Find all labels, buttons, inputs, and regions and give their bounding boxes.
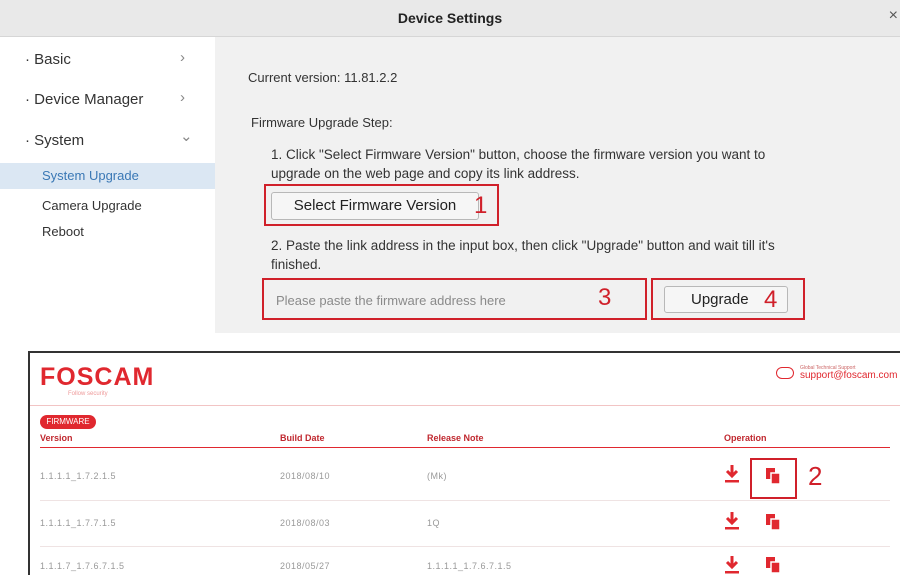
copy-link-icon[interactable] xyxy=(765,513,781,531)
cell-release-note: 1.1.1.1_1.7.6.7.1.5 xyxy=(427,561,512,571)
current-version-text: Current version: 11.81.2.2 xyxy=(248,70,398,85)
step2-text-line2: finished. xyxy=(271,257,322,272)
cell-build-date: 2018/05/27 xyxy=(280,561,331,571)
cell-release-note: 1Q xyxy=(427,518,441,528)
cell-version: 1.1.1.1_1.7.7.1.5 xyxy=(40,518,117,528)
chevron-right-icon: › xyxy=(180,49,185,66)
mail-icon xyxy=(776,367,794,379)
sidebar-subitem-label: Reboot xyxy=(42,224,84,239)
download-icon[interactable] xyxy=(724,464,740,484)
sidebar-item-label: · Device Manager xyxy=(25,91,144,108)
sidebar-subitem-label: System Upgrade xyxy=(42,168,139,183)
sidebar-subitem-label: Camera Upgrade xyxy=(42,198,142,213)
row-divider xyxy=(40,546,890,547)
column-header-operation: Operation xyxy=(724,433,767,443)
support-contact[interactable]: Global Technical Support support@foscam.… xyxy=(776,365,897,383)
column-header-version: Version xyxy=(40,433,73,443)
callout-number-1: 1 xyxy=(474,192,488,219)
row-divider xyxy=(40,500,890,501)
foscam-firmware-page: FOSCAM Follow security Global Technical … xyxy=(28,351,900,575)
firmware-badge: FIRMWARE xyxy=(40,415,96,429)
cell-version: 1.1.1.7_1.7.6.7.1.5 xyxy=(40,561,125,571)
copy-link-icon[interactable] xyxy=(765,556,781,574)
callout-number-4: 4 xyxy=(764,286,778,313)
cell-build-date: 2018/08/10 xyxy=(280,471,331,481)
select-firmware-version-button[interactable]: Select Firmware Version xyxy=(271,192,479,220)
foscam-logo: FOSCAM xyxy=(40,363,155,391)
sidebar-item-basic[interactable]: · Basic › xyxy=(0,45,215,75)
sidebar-item-device-manager[interactable]: · Device Manager › xyxy=(0,85,215,115)
chevron-right-icon: › xyxy=(180,89,185,106)
title-bar: Device Settings × xyxy=(0,0,900,37)
close-icon[interactable]: × xyxy=(889,7,898,25)
settings-sidebar: · Basic › · Device Manager › · System ⌄ … xyxy=(0,37,215,335)
support-email-link[interactable]: support@foscam.com xyxy=(800,370,897,381)
sidebar-item-reboot[interactable]: Reboot xyxy=(0,219,215,245)
column-header-build-date: Build Date xyxy=(280,433,325,443)
device-settings-dialog: Device Settings × · Basic › · Device Man… xyxy=(0,0,900,335)
sidebar-item-camera-upgrade[interactable]: Camera Upgrade xyxy=(0,193,215,219)
column-header-release-note: Release Note xyxy=(427,433,484,443)
copy-link-icon[interactable] xyxy=(765,467,781,485)
dialog-title: Device Settings xyxy=(397,10,503,26)
sidebar-item-label: · Basic xyxy=(25,51,71,68)
sidebar-item-system[interactable]: · System ⌄ xyxy=(0,126,215,156)
download-icon[interactable] xyxy=(724,555,740,575)
steps-title: Firmware Upgrade Step: xyxy=(251,115,393,130)
header-divider xyxy=(30,405,900,406)
step1-text-line2: upgrade on the web page and copy its lin… xyxy=(271,166,580,181)
sidebar-item-system-upgrade[interactable]: System Upgrade xyxy=(0,163,215,189)
sidebar-item-label: · System xyxy=(25,132,85,149)
download-icon[interactable] xyxy=(724,511,740,531)
step1-text-line1: 1. Click "Select Firmware Version" butto… xyxy=(271,147,766,162)
table-header-divider xyxy=(40,447,890,448)
cell-build-date: 2018/08/03 xyxy=(280,518,331,528)
callout-number-3: 3 xyxy=(598,284,612,311)
callout-number-2: 2 xyxy=(808,461,823,491)
logo-tagline: Follow security xyxy=(68,391,108,397)
cell-release-note: (Mk) xyxy=(427,471,447,481)
firmware-address-input[interactable] xyxy=(270,286,640,314)
step2-text-line1: 2. Paste the link address in the input b… xyxy=(271,238,775,253)
cell-version: 1.1.1.1_1.7.2.1.5 xyxy=(40,471,117,481)
chevron-down-icon: ⌄ xyxy=(180,128,193,145)
